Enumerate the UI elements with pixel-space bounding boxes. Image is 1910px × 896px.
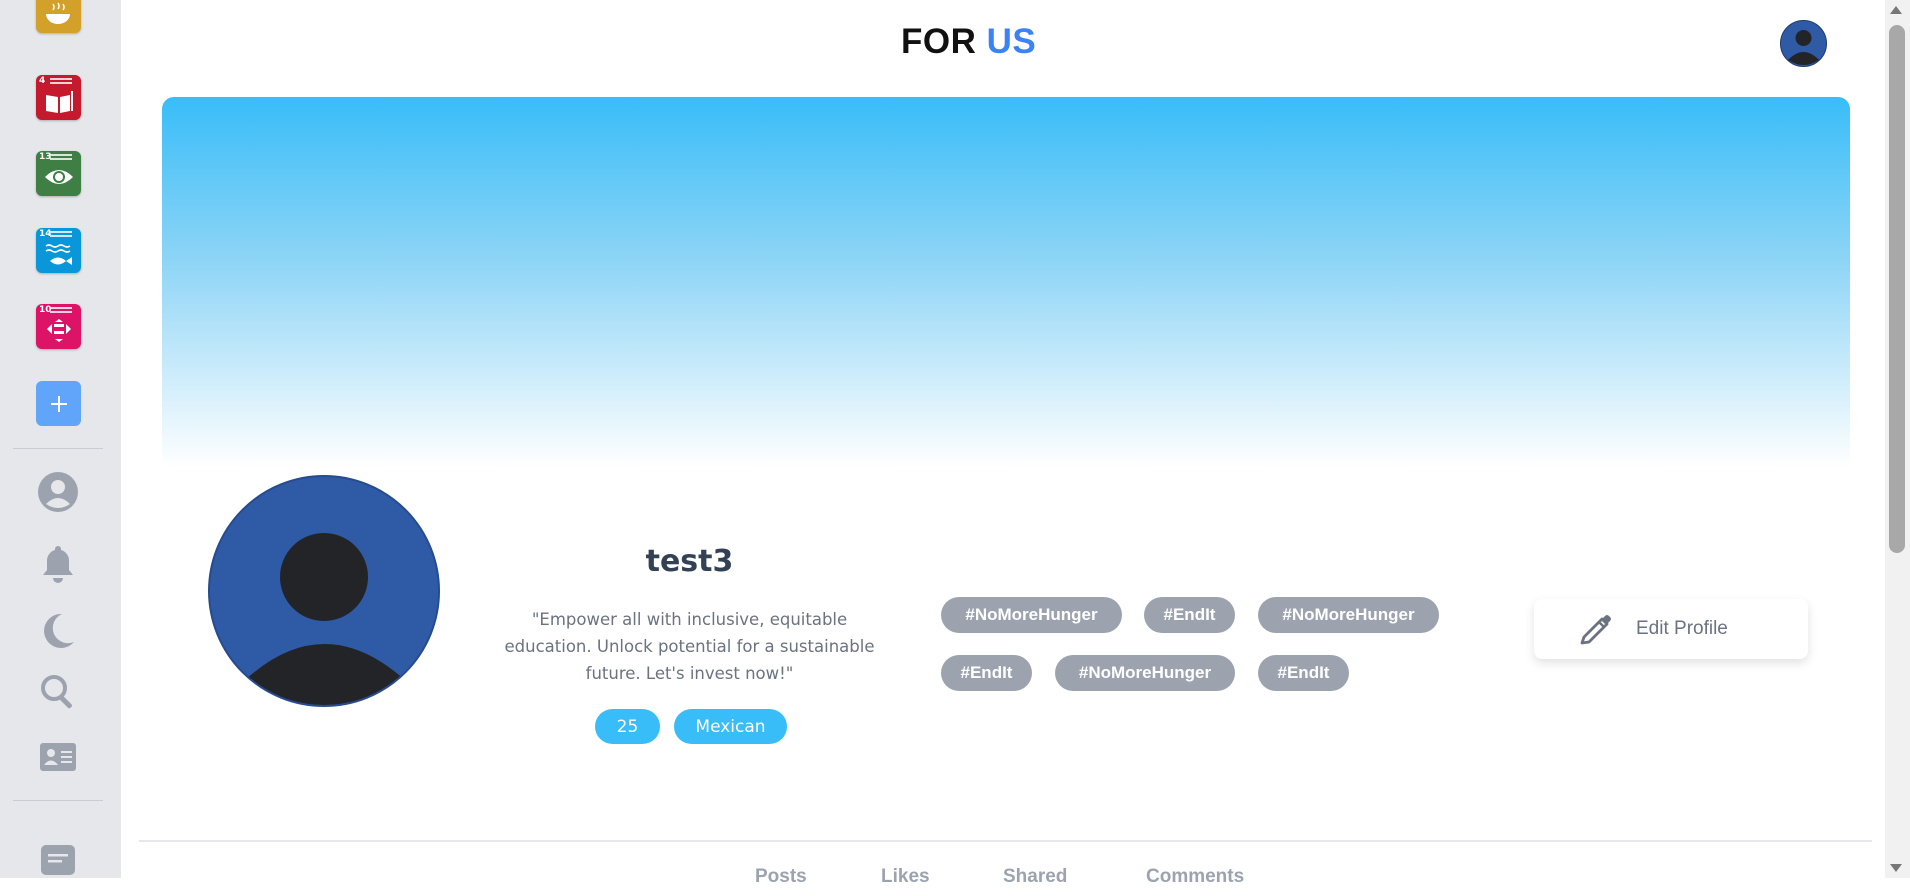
goal-4-quality-education-button[interactable]: 4: [36, 75, 81, 120]
profile-banner: [162, 97, 1850, 467]
profile-avatar: [208, 475, 440, 707]
tab-shared[interactable]: Shared: [1003, 866, 1067, 888]
edit-profile-label: Edit Profile: [1636, 618, 1728, 639]
scroll-down-arrow[interactable]: [1890, 864, 1902, 872]
bell-icon: [43, 546, 73, 583]
search-button[interactable]: [36, 670, 80, 714]
eye-globe-icon: [45, 170, 73, 184]
user-circle-icon: [38, 472, 78, 512]
tab-likes[interactable]: Likes: [881, 866, 930, 888]
hashtag-chip[interactable]: #NoMoreHunger: [1055, 655, 1235, 691]
fish-icon: [45, 244, 72, 265]
moon-icon: [44, 613, 74, 648]
scrollbar-thumb[interactable]: [1889, 25, 1905, 553]
edit-profile-button[interactable]: Edit Profile: [1534, 599, 1808, 659]
profile-username: test3: [645, 544, 734, 579]
sidebar: 2 4 13 14 10: [0, 0, 121, 878]
goal-14-life-below-water-button[interactable]: 14: [36, 228, 81, 273]
profile-nav-button[interactable]: [36, 470, 80, 514]
section-divider: [139, 840, 1872, 842]
avatar-icon: [1780, 20, 1827, 67]
plus-icon: [50, 395, 67, 412]
tab-comments[interactable]: Comments: [1146, 866, 1244, 888]
hashtag-chip[interactable]: #NoMoreHunger: [1258, 597, 1439, 633]
pencil-icon: [1580, 615, 1611, 645]
add-goal-button[interactable]: [36, 381, 81, 426]
scroll-up-arrow[interactable]: [1890, 6, 1902, 14]
nationality-badge: Mexican: [674, 709, 787, 744]
profile-bio: "Empower all with inclusive, equitable e…: [504, 610, 875, 683]
goal-2-zero-hunger-button[interactable]: 2: [36, 0, 81, 33]
hashtag-chip[interactable]: #EndIt: [941, 655, 1032, 691]
equality-icon: [47, 319, 71, 342]
search-icon: [41, 675, 72, 709]
age-badge: 25: [595, 709, 660, 744]
contacts-button[interactable]: [36, 735, 80, 779]
avatar-silhouette-icon: [244, 533, 406, 705]
hashtag-chip[interactable]: #EndIt: [1258, 655, 1349, 691]
id-card-icon: [40, 743, 76, 771]
book-icon: [46, 91, 73, 113]
notifications-button[interactable]: [36, 542, 80, 586]
sidebar-divider: [13, 448, 103, 449]
profile-tabs: Posts Likes Shared Comments: [0, 866, 1910, 896]
goal-10-reduced-inequalities-button[interactable]: 10: [36, 304, 81, 349]
tab-posts[interactable]: Posts: [755, 866, 807, 888]
sidebar-divider-2: [13, 800, 103, 801]
app-logo[interactable]: FOR US: [901, 22, 1036, 62]
hashtag-chip[interactable]: #NoMoreHunger: [941, 597, 1122, 633]
dark-mode-toggle[interactable]: [36, 609, 80, 653]
bowl-icon: [46, 2, 70, 24]
user-menu-avatar[interactable]: [1780, 20, 1827, 67]
hashtag-chip[interactable]: #EndIt: [1144, 597, 1235, 633]
goal-13-climate-action-button[interactable]: 13: [36, 151, 81, 196]
